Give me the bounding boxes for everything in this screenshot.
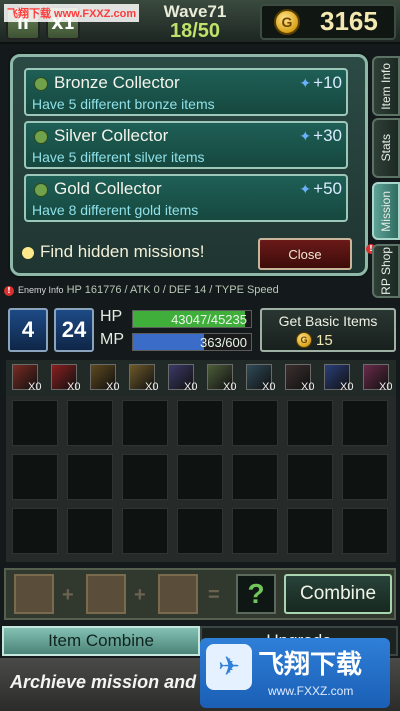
rp-icon: ✦ [299,181,312,197]
mission-title: Silver Collector [54,126,169,145]
gold-amount: 3165 [320,6,378,36]
plus-icon: + [134,584,146,606]
inventory-cell[interactable] [177,508,223,554]
mission-item-bronze[interactable]: Bronze Collector Have 5 different bronze… [24,68,348,116]
check-icon [34,77,48,91]
gold-coin-icon: G [274,9,300,35]
inventory-cell[interactable] [67,400,113,446]
inventory-cell[interactable] [342,454,388,500]
item-count: X0 [379,381,393,393]
inventory-cell[interactable] [342,508,388,554]
check-icon [34,183,48,197]
inventory-cell[interactable] [122,400,168,446]
combine-slot-2[interactable] [86,574,126,614]
mission-description: Have 5 different silver items [32,149,205,165]
combine-slot-3[interactable] [158,574,198,614]
tab-stats[interactable]: Stats [372,118,400,178]
mission-reward: ✦ +10 [299,73,342,92]
mp-label: MP [100,331,124,348]
inventory-cell[interactable] [177,400,223,446]
hp-label: HP [100,308,123,325]
get-basic-items-button[interactable]: Get Basic Items G 15 [260,308,396,352]
mission-description: Have 8 different gold items [32,202,199,218]
item-count: X0 [184,381,198,393]
rp-icon: ✦ [299,75,312,91]
hp-bar: 43047/45235 [132,310,252,328]
get-basic-items-cost: 15 [316,332,333,349]
item-count: X0 [67,381,81,393]
inventory-cell[interactable] [232,400,278,446]
inventory-cell[interactable] [232,454,278,500]
combine-result-slot: ? [236,574,276,614]
rp-icon: ✦ [299,128,312,144]
hidden-missions-text: Find hidden missions! [40,242,205,261]
mp-bar-fill [133,334,205,350]
mission-title: Gold Collector [54,179,162,198]
item-count: X0 [340,381,354,393]
watermark-logo-text: 飞翔下载 [258,650,363,680]
equals-icon: = [208,584,220,606]
inventory-cell[interactable] [342,400,388,446]
mission-reward: ✦ +50 [299,179,342,198]
tab-mission[interactable]: Mission [372,182,400,240]
mission-title: Bronze Collector [54,73,180,92]
inventory-cell[interactable] [67,508,113,554]
item-count: X0 [301,381,315,393]
inventory-cell[interactable] [122,454,168,500]
wave-progress: 18/50 [169,20,221,42]
item-count: X0 [145,381,159,393]
inventory-cell[interactable] [232,508,278,554]
mp-bar: 363/600 [132,333,252,351]
watermark-text: 飞翔下载 www.FXXZ.com [4,4,140,22]
enemy-stats: HP 161776 / ATK 0 / DEF 14 / TYPE Speed [66,284,279,296]
enemy-info: Enemy Info HP 161776 / ATK 0 / DEF 14 / … [18,284,279,296]
check-icon [34,130,48,144]
hidden-mission-dot-icon [22,247,34,259]
mission-description: Have 5 different bronze items [32,96,215,112]
mission-item-gold[interactable]: Gold Collector Have 8 different gold ite… [24,174,348,222]
inventory-cell[interactable] [287,400,333,446]
close-button[interactable]: Close [258,238,352,270]
hero-tier-badge[interactable]: 24 [54,308,94,352]
tab-rp-shop[interactable]: RP Shop [372,244,400,298]
tab-item-info[interactable]: Item Info [372,56,400,116]
combine-button[interactable]: Combine [284,574,392,614]
combine-slot-1[interactable] [14,574,54,614]
gold-coin-icon: G [296,332,312,348]
inventory-cell[interactable] [177,454,223,500]
fxxz-logo-icon: ✈ [206,644,252,690]
hero-level-badge[interactable]: 4 [8,308,48,352]
item-count: X0 [262,381,276,393]
inventory-cell[interactable] [12,400,58,446]
inventory-cell[interactable] [67,454,113,500]
mission-item-silver[interactable]: Silver Collector Have 5 different silver… [24,121,348,169]
enemy-alert-icon: ! [4,286,14,296]
get-basic-items-label: Get Basic Items [278,313,378,329]
item-count: X0 [223,381,237,393]
inventory-cell[interactable] [287,508,333,554]
mission-reward: ✦ +30 [299,126,342,145]
item-count: X0 [106,381,120,393]
enemy-info-label: Enemy Info [18,285,64,295]
tab-item-combine[interactable]: Item Combine [2,626,200,656]
plus-icon: + [62,584,74,606]
inventory-cell[interactable] [287,454,333,500]
mp-value: 363/600 [200,335,247,350]
hp-value: 43047/45235 [171,312,247,327]
inventory-cell[interactable] [12,508,58,554]
inventory-cell[interactable] [12,454,58,500]
inventory-cell[interactable] [122,508,168,554]
watermark-logo-url: www.FXXZ.com [268,684,354,698]
item-count: X0 [28,381,42,393]
wave-label: Wave71 [163,2,227,21]
